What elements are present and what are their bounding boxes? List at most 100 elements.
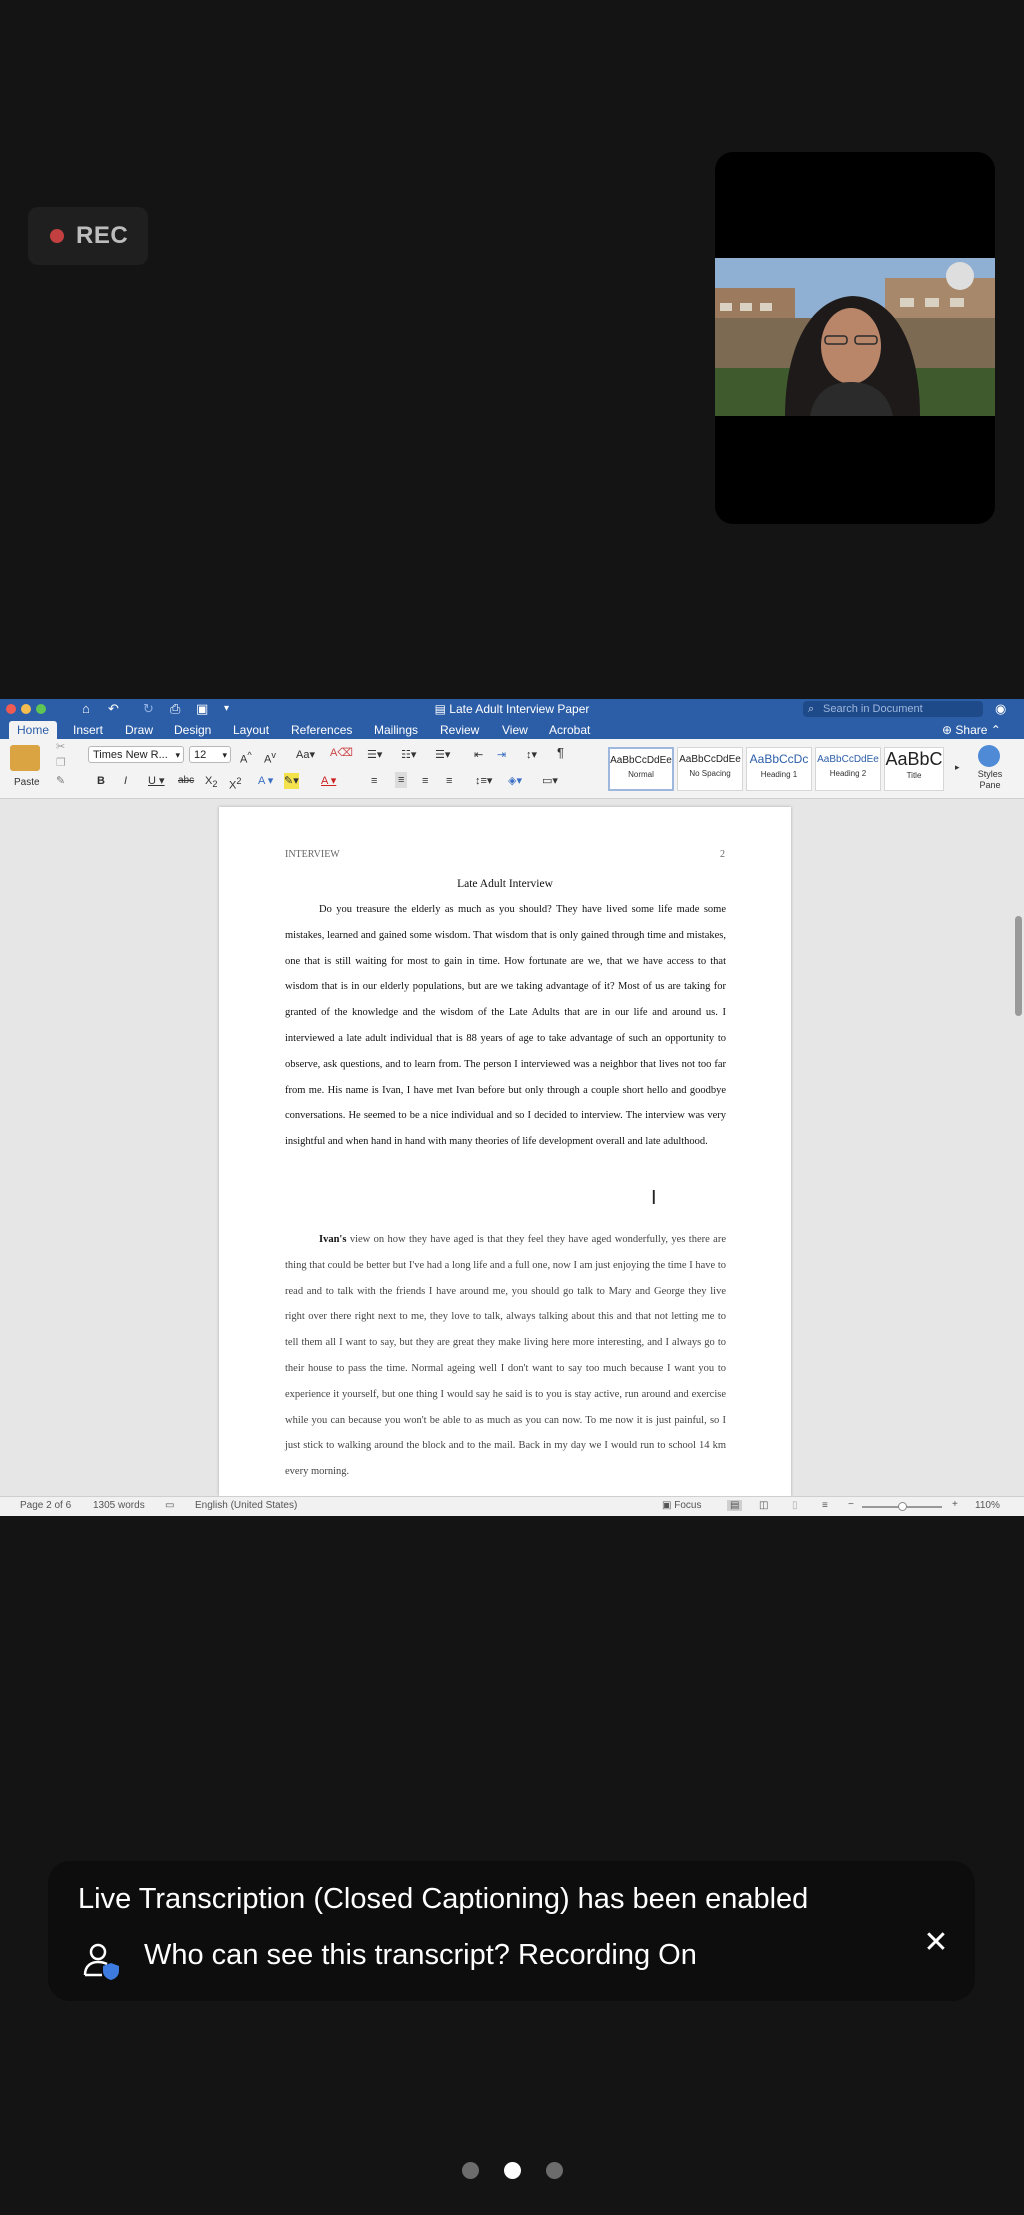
focus-icon: ▣ xyxy=(662,1500,675,1511)
paragraph-2-body: view on how they have aged is that they … xyxy=(285,1234,726,1478)
font-size-select[interactable]: 12 ▾ xyxy=(189,746,231,763)
style-normal[interactable]: AaBbCcDdEe Normal xyxy=(608,747,674,791)
proofing-icon[interactable]: ▭ xyxy=(165,1500,174,1511)
participant-video-feed xyxy=(715,258,995,416)
tab-mailings[interactable]: Mailings xyxy=(366,721,426,739)
zoom-level[interactable]: 110% xyxy=(975,1500,1000,1511)
document-canvas[interactable]: INTERVIEW 2 Late Adult Interview Do you … xyxy=(0,799,1024,1496)
video-scene-illustration xyxy=(715,258,995,416)
numbering-icon[interactable]: ☷▾ xyxy=(401,747,416,763)
shrink-font-icon[interactable]: Av xyxy=(264,747,276,768)
increase-indent-icon[interactable]: ⇥ xyxy=(497,747,506,763)
style-heading-2[interactable]: AaBbCcDdEe Heading 2 xyxy=(815,747,881,791)
font-name-select[interactable]: Times New R... ▾ xyxy=(88,746,184,763)
text-effects-icon[interactable]: A ▾ xyxy=(258,773,273,789)
tab-references[interactable]: References xyxy=(283,721,360,739)
tab-view[interactable]: View xyxy=(494,721,536,739)
subscript-button[interactable]: X2 xyxy=(205,773,217,792)
tab-draw[interactable]: Draw xyxy=(117,721,161,739)
strikethrough-button[interactable]: abc xyxy=(178,773,194,789)
styles-gallery-next-icon[interactable]: ▸ xyxy=(955,759,960,775)
chevron-down-icon: ▾ xyxy=(222,750,227,760)
document-page[interactable]: INTERVIEW 2 Late Adult Interview Do you … xyxy=(219,807,791,1496)
style-title[interactable]: AaBbC Title xyxy=(884,747,944,791)
zoom-slider[interactable] xyxy=(862,1502,942,1511)
participant-video-tile[interactable] xyxy=(715,152,995,524)
zoom-out-icon[interactable]: − xyxy=(848,1499,854,1510)
clear-formatting-icon[interactable]: A⌫ xyxy=(330,745,353,761)
tab-insert[interactable]: Insert xyxy=(65,721,111,739)
recording-indicator: REC xyxy=(28,207,148,265)
page-indicator-dot-1[interactable] xyxy=(462,2162,479,2179)
show-formatting-icon[interactable]: ¶ xyxy=(557,745,564,761)
recording-dot-icon xyxy=(50,229,64,243)
change-case-icon[interactable]: Aa▾ xyxy=(296,747,315,763)
account-icon[interactable]: ◉ xyxy=(995,701,1015,717)
transcription-notification: Live Transcription (Closed Captioning) h… xyxy=(48,1861,975,2001)
grow-font-icon[interactable]: A^ xyxy=(240,747,252,768)
title-bar: ⌂ ↶ ↻ ⎙ ▣ ▾ ▤ Late Adult Interview Paper… xyxy=(0,699,1024,719)
styles-pane-button[interactable]: Styles Pane xyxy=(972,769,1008,791)
search-document-input[interactable]: ⌕ Search in Document xyxy=(803,701,983,717)
page-indicator-dot-2[interactable] xyxy=(504,2162,521,2179)
paste-clipboard-icon[interactable] xyxy=(10,745,40,771)
print-layout-icon[interactable]: ▤ xyxy=(727,1500,743,1511)
underline-button[interactable]: U ▾ xyxy=(148,773,165,789)
tab-review[interactable]: Review xyxy=(432,721,487,739)
share-button[interactable]: ⊕ Share ⌃ xyxy=(942,721,1001,739)
close-icon[interactable]: ✕ xyxy=(916,1923,956,1963)
draft-view-icon[interactable]: ≡ xyxy=(822,1500,828,1511)
style-heading-1[interactable]: AaBbCcDc Heading 1 xyxy=(746,747,812,791)
decrease-indent-icon[interactable]: ⇤ xyxy=(474,747,483,763)
sort-icon[interactable]: ↕▾ xyxy=(526,747,537,763)
italic-button[interactable]: I xyxy=(124,773,127,789)
status-bar: Page 2 of 6 1305 words ▭ English (United… xyxy=(0,1496,1024,1516)
word-count-status[interactable]: 1305 words xyxy=(93,1500,145,1511)
superscript-button[interactable]: X2 xyxy=(229,773,241,794)
align-left-icon[interactable]: ≡ xyxy=(371,773,377,789)
transcription-enabled-message: Live Transcription (Closed Captioning) h… xyxy=(78,1883,809,1915)
ribbon-home: Paste ✂ ❐ ✎ Times New R... ▾ 12 ▾ A^ Av … xyxy=(0,739,1024,799)
language-status[interactable]: English (United States) xyxy=(195,1500,297,1511)
focus-mode-button[interactable]: ▣ Focus xyxy=(662,1500,701,1511)
body-paragraph-1[interactable]: Do you treasure the elderly as much as y… xyxy=(285,897,726,1155)
web-layout-icon[interactable]: ◫ xyxy=(759,1500,768,1511)
font-color-icon[interactable]: A ▾ xyxy=(321,773,336,789)
bullets-icon[interactable]: ☰▾ xyxy=(367,747,382,763)
borders-icon[interactable]: ▭▾ xyxy=(542,773,558,789)
chevron-down-icon: ▾ xyxy=(175,750,180,760)
styles-pane-icon[interactable] xyxy=(978,745,1000,767)
vertical-scrollbar[interactable] xyxy=(1012,799,1024,1496)
style-no-spacing[interactable]: AaBbCcDdEe No Spacing xyxy=(677,747,743,791)
document-file-icon: ▤ xyxy=(434,702,450,716)
tab-layout[interactable]: Layout xyxy=(225,721,277,739)
word-window: ⌂ ↶ ↻ ⎙ ▣ ▾ ▤ Late Adult Interview Paper… xyxy=(0,699,1024,1516)
scrollbar-thumb[interactable] xyxy=(1015,916,1022,1016)
recording-label: REC xyxy=(76,222,129,249)
paste-button[interactable]: Paste xyxy=(14,775,40,791)
tab-design[interactable]: Design xyxy=(166,721,219,739)
transcript-visibility-link[interactable]: Who can see this transcript? Recording O… xyxy=(144,1939,697,1972)
page-indicator-dot-3[interactable] xyxy=(546,2162,563,2179)
zoom-in-icon[interactable]: + xyxy=(952,1499,958,1510)
align-center-icon[interactable]: ≡ xyxy=(395,772,408,788)
paper-title: Late Adult Interview xyxy=(457,878,553,890)
user-shield-icon[interactable] xyxy=(82,1941,122,1981)
outline-view-icon[interactable]: ▯ xyxy=(792,1500,798,1511)
multilevel-list-icon[interactable]: ☰▾ xyxy=(435,747,450,763)
text-cursor-icon: I xyxy=(651,1187,657,1209)
line-spacing-icon[interactable]: ↕≡▾ xyxy=(475,773,492,789)
justify-icon[interactable]: ≡ xyxy=(446,773,452,789)
bold-button[interactable]: B xyxy=(97,773,105,789)
tab-acrobat[interactable]: Acrobat xyxy=(541,721,598,739)
page-count-status[interactable]: Page 2 of 6 xyxy=(20,1500,71,1511)
shading-icon[interactable]: ◈▾ xyxy=(508,773,522,789)
zoom-slider-thumb[interactable] xyxy=(898,1502,907,1511)
align-right-icon[interactable]: ≡ xyxy=(422,773,428,789)
cut-icon[interactable]: ✂ xyxy=(56,739,65,755)
format-painter-icon[interactable]: ✎ xyxy=(56,773,65,789)
copy-icon[interactable]: ❐ xyxy=(56,755,66,771)
body-paragraph-2[interactable]: Ivan's view on how they have aged is tha… xyxy=(285,1227,726,1485)
tab-home[interactable]: Home xyxy=(9,721,58,739)
highlight-icon[interactable]: ✎▾ xyxy=(284,773,299,789)
